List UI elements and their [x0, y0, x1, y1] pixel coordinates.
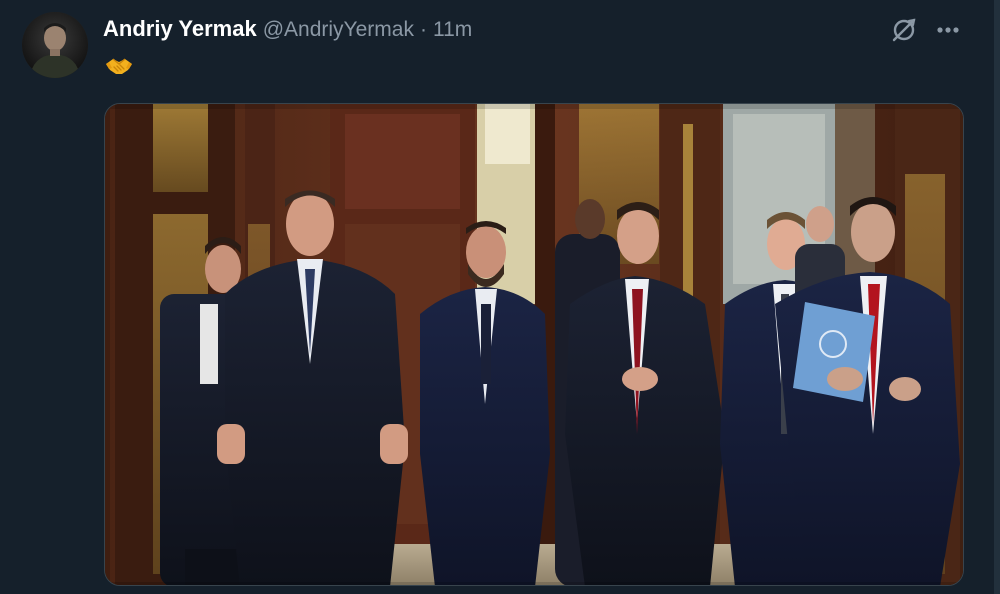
- tweet-timestamp[interactable]: 11m: [433, 18, 472, 42]
- photo-image: [105, 104, 963, 585]
- avatar[interactable]: [22, 12, 88, 78]
- author-name[interactable]: Andriy Yermak: [103, 16, 257, 42]
- grok-icon: [892, 18, 916, 42]
- more-options-button[interactable]: [932, 14, 964, 46]
- handshake-icon: [104, 54, 134, 78]
- tweet-photo[interactable]: [104, 103, 964, 586]
- separator-dot: ·: [419, 18, 427, 41]
- grok-button[interactable]: [888, 14, 920, 46]
- scrollbar-track[interactable]: [994, 0, 1000, 594]
- tweet: Andriy Yermak @AndriyYermak · 11m: [0, 0, 1000, 594]
- avatar-image: [22, 12, 88, 78]
- author-handle[interactable]: @AndriyYermak: [263, 18, 414, 42]
- more-icon: [937, 27, 959, 33]
- tweet-header: Andriy Yermak @AndriyYermak · 11m: [103, 16, 472, 46]
